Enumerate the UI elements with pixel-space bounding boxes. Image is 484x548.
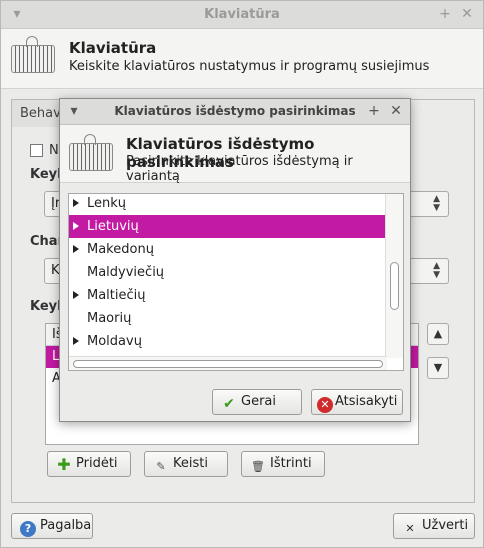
layout-list-item-label: Lenkų bbox=[87, 196, 127, 211]
main-header-title: Klaviatūra bbox=[69, 39, 157, 57]
layout-list-item[interactable]: Moldavų bbox=[69, 330, 387, 353]
ok-button-label: Gerai bbox=[241, 394, 276, 409]
move-down-button[interactable]: ▼ bbox=[427, 357, 449, 379]
delete-button[interactable]: 🗑 Ištrinti bbox=[241, 451, 325, 477]
move-up-button[interactable]: ▲ bbox=[427, 323, 449, 345]
close-button[interactable]: ✕ Užverti bbox=[393, 513, 475, 539]
vertical-scrollbar[interactable] bbox=[385, 194, 403, 358]
plus-icon: ✚ bbox=[57, 455, 71, 474]
layout-tree-list[interactable]: Lenkų Lietuvių Makedonų Maldyviečių Maltieči… bbox=[68, 193, 404, 371]
main-header: Klaviatūra Keiskite klaviatūros nustatym… bbox=[1, 29, 483, 89]
dialog-titlebar[interactable]: ▾ Klaviatūros išdėstymo pasirinkimas + ✕ bbox=[60, 99, 410, 125]
edit-button-label: Keisti bbox=[173, 456, 208, 471]
dialog-header-subtitle: Pasirinkite klaviatūros išdėstymą ir var… bbox=[126, 154, 353, 184]
help-button[interactable]: ? Pagalba bbox=[11, 513, 93, 539]
main-titlebar[interactable]: ▾ Klaviatūra + ✕ bbox=[1, 1, 483, 29]
keyboard-icon bbox=[69, 134, 113, 171]
layout-list-item[interactable]: Maltiečių bbox=[69, 284, 387, 307]
main-header-subtitle: Keiskite klaviatūros nustatymus ir progr… bbox=[69, 59, 430, 74]
help-button-label: Pagalba bbox=[40, 518, 92, 533]
pencil-icon: ✎ bbox=[156, 460, 166, 473]
maximize-icon[interactable]: + bbox=[437, 6, 453, 22]
arrow-up-icon: ▲ bbox=[433, 327, 443, 340]
edit-button[interactable]: ✎ Keisti bbox=[144, 451, 228, 477]
expand-arrow-icon[interactable] bbox=[73, 291, 79, 299]
expand-arrow-icon[interactable] bbox=[73, 222, 79, 230]
layout-list-item[interactable]: Makedonų bbox=[69, 238, 387, 261]
cancel-button[interactable]: ✕ Atsisakyti bbox=[311, 389, 403, 415]
add-button-label: Pridėti bbox=[76, 456, 118, 471]
numlock-checkbox[interactable] bbox=[30, 144, 43, 157]
expand-arrow-icon[interactable] bbox=[73, 199, 79, 207]
cancel-button-label: Atsisakyti bbox=[335, 394, 398, 409]
ok-button[interactable]: ✔ Gerai bbox=[212, 389, 302, 415]
horizontal-scrollbar-thumb[interactable] bbox=[73, 360, 383, 368]
layout-list-item-label: Maorių bbox=[87, 311, 132, 326]
horizontal-scrollbar[interactable] bbox=[69, 356, 387, 370]
dialog-title: Klaviatūros išdėstymo pasirinkimas bbox=[114, 104, 356, 118]
layout-list-item-label: Maldyviečių bbox=[87, 265, 165, 280]
layout-list-item[interactable]: Lietuvių bbox=[69, 215, 387, 238]
keyboard-icon bbox=[11, 36, 55, 73]
layout-list-item-label: Lietuvių bbox=[87, 219, 139, 234]
arrow-down-icon: ▼ bbox=[433, 361, 443, 374]
close-window-icon[interactable]: ✕ bbox=[459, 6, 475, 22]
layout-list-item[interactable]: Lenkų bbox=[69, 194, 387, 215]
dialog-header: Klaviatūros išdėstymo pasirinkimas Pasir… bbox=[60, 125, 410, 184]
combo-arrows-icon: ▲ ▼ bbox=[433, 261, 440, 280]
close-icon: ✕ bbox=[405, 522, 415, 535]
layout-selection-dialog: ▾ Klaviatūros išdėstymo pasirinkimas + ✕… bbox=[59, 98, 411, 422]
dialog-maximize-icon[interactable]: + bbox=[366, 103, 382, 119]
layout-list-item-label: Moldavų bbox=[87, 334, 142, 349]
layout-list-item-label: Makedonų bbox=[87, 242, 154, 257]
dialog-close-icon[interactable]: ✕ bbox=[388, 103, 404, 119]
trash-icon: 🗑 bbox=[251, 460, 265, 473]
layout-list-item[interactable]: Maorių bbox=[69, 307, 387, 330]
help-icon: ? bbox=[20, 521, 36, 537]
add-button[interactable]: ✚ Pridėti bbox=[47, 451, 131, 477]
main-window-title: Klaviatūra bbox=[204, 7, 280, 22]
expand-arrow-icon[interactable] bbox=[73, 245, 79, 253]
combo-arrows-icon: ▲ ▼ bbox=[433, 194, 440, 213]
layout-list-item[interactable]: Maldyviečių bbox=[69, 261, 387, 284]
layout-list-item-label: Maltiečių bbox=[87, 288, 146, 303]
cancel-icon: ✕ bbox=[317, 397, 333, 413]
expand-arrow-icon[interactable] bbox=[73, 337, 79, 345]
checkmark-icon: ✔ bbox=[223, 396, 235, 412]
close-button-label: Užverti bbox=[422, 518, 469, 533]
vertical-scrollbar-thumb[interactable] bbox=[390, 262, 399, 310]
delete-button-label: Ištrinti bbox=[270, 456, 312, 471]
